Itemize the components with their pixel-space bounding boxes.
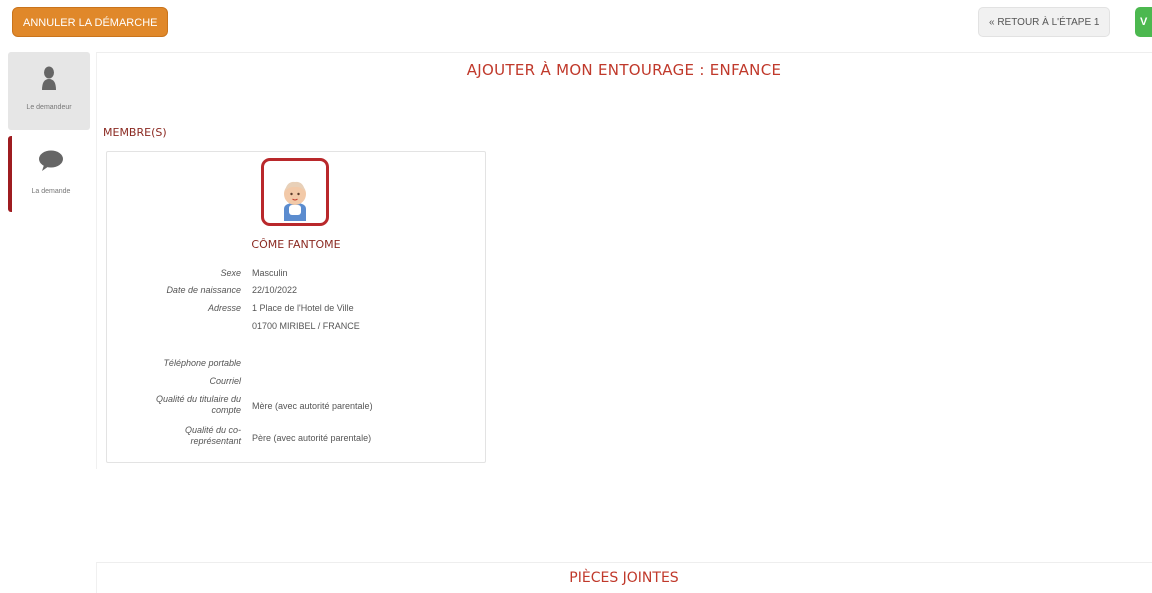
email-label: Courriel [209,376,241,386]
sex-value: Masculin [252,268,288,278]
top-bar: ANNULER LA DÉMARCHE « RETOUR À L'ÉTAPE 1… [0,0,1152,46]
baby-icon [284,181,306,221]
next-step-button[interactable]: V [1135,7,1152,37]
co-representative-quality-label-line-1: Qualité du co- [184,425,241,435]
attachments-title: PIÈCES JOINTES [569,570,679,586]
co-representative-quality-label-line-2: représentant [190,436,241,446]
sidebar: Le demandeur La demande [8,52,92,212]
sex-label: Sexe [220,268,241,278]
person-icon [8,66,90,90]
member-card[interactable]: CÔME FANTOME Sexe Masculin Date de naiss… [106,151,486,463]
address-line-1: 1 Place de l'Hotel de Ville [252,303,354,313]
mobile-phone-label: Téléphone portable [163,358,241,368]
section-label-members: MEMBRE(S) [103,126,167,139]
co-representative-quality-value: Père (avec autorité parentale) [252,433,372,443]
account-holder-quality-label-line-2: compte [211,405,241,415]
birthdate-label: Date de naissance [166,285,241,295]
cancel-procedure-button[interactable]: ANNULER LA DÉMARCHE [12,7,169,37]
address-line-2: 01700 MIRIBEL / FRANCE [252,321,360,331]
member-name: CÔME FANTOME [251,238,341,251]
address-label: Adresse [207,303,241,313]
account-holder-quality-value: Mère (avec autorité parentale) [252,401,373,411]
account-holder-quality-label-line-1: Qualité du titulaire du [155,394,241,404]
sidebar-item-label: La demande [31,188,71,195]
sidebar-item-demandeur[interactable]: Le demandeur [8,52,90,130]
child-avatar [261,158,329,226]
chat-bubble-icon [12,150,90,172]
page-title: AJOUTER À MON ENTOURAGE : ENFANCE [466,61,782,79]
sidebar-item-label: Le demandeur [26,104,72,111]
birthdate-value: 22/10/2022 [252,285,298,295]
sidebar-item-demande[interactable]: La demande [8,136,90,212]
back-to-step-1-button[interactable]: « RETOUR À L'ÉTAPE 1 [978,7,1111,37]
